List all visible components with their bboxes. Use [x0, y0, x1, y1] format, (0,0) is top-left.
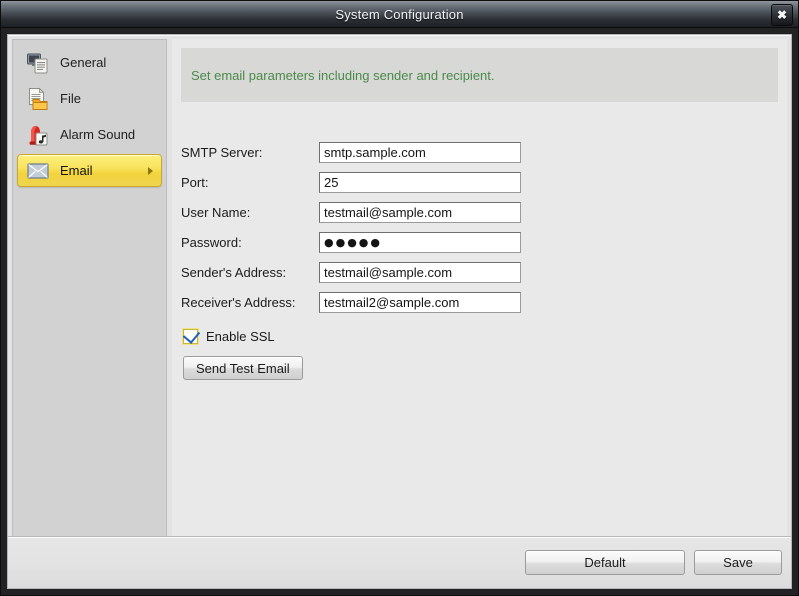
dialog-footer: Default Save	[8, 536, 791, 588]
smtp-server-input[interactable]	[319, 141, 521, 163]
enable-ssl-row[interactable]: Enable SSL	[181, 322, 778, 350]
send-test-email-button[interactable]: Send Test Email	[183, 356, 303, 380]
sidebar-item-label: General	[60, 55, 107, 70]
enable-ssl-checkbox[interactable]	[182, 325, 201, 344]
document-folder-icon	[26, 87, 50, 111]
sidebar: General File Alarm Sound Email	[12, 39, 167, 536]
title-bar: System Configuration ✖	[1, 1, 798, 28]
form-row-smtp-server: SMTP Server:	[181, 137, 778, 167]
sidebar-item-general[interactable]: General	[17, 46, 162, 79]
receiver-address-label: Receiver's Address:	[181, 294, 296, 310]
port-input[interactable]	[319, 171, 521, 193]
close-icon: ✖	[776, 8, 788, 22]
enable-ssl-label: Enable SSL	[206, 328, 275, 344]
dialog-body: General File Alarm Sound Email Set email…	[7, 34, 792, 589]
smtp-server-label: SMTP Server:	[181, 144, 263, 160]
user-name-label: User Name:	[181, 204, 251, 220]
save-button[interactable]: Save	[694, 550, 782, 575]
form-row-port: Port:	[181, 167, 778, 197]
chevron-right-icon	[148, 166, 153, 175]
monitor-document-icon	[26, 51, 50, 75]
alarm-siren-icon	[26, 123, 50, 147]
sidebar-item-email[interactable]: Email	[17, 154, 162, 187]
sidebar-item-alarm-sound[interactable]: Alarm Sound	[17, 118, 162, 151]
receiver-address-input[interactable]	[319, 291, 521, 313]
envelope-icon	[26, 159, 50, 183]
form-row-sender-address: Sender's Address:	[181, 257, 778, 287]
sender-address-input[interactable]	[319, 261, 521, 283]
sidebar-item-label: Email	[60, 163, 93, 178]
sidebar-item-file[interactable]: File	[17, 82, 162, 115]
form-row-user-name: User Name:	[181, 197, 778, 227]
sender-address-label: Sender's Address:	[181, 264, 287, 280]
content-pane: Set email parameters including sender an…	[172, 39, 787, 536]
close-button[interactable]: ✖	[771, 4, 793, 26]
system-configuration-window: System Configuration ✖ General File Alar…	[0, 0, 799, 596]
window-title: System Configuration	[335, 6, 464, 22]
default-button[interactable]: Default	[525, 550, 685, 575]
sidebar-item-label: File	[60, 91, 81, 106]
form-row-receiver-address: Receiver's Address:	[181, 287, 778, 317]
password-input[interactable]	[319, 231, 521, 253]
password-label: Password:	[181, 234, 242, 250]
description-text: Set email parameters including sender an…	[191, 67, 495, 83]
checkmark-icon	[182, 325, 201, 344]
port-label: Port:	[181, 174, 209, 190]
email-settings-form: SMTP Server: Port: User Name: Password:	[181, 137, 778, 380]
upper-region: General File Alarm Sound Email Set email…	[8, 35, 791, 536]
sidebar-item-label: Alarm Sound	[60, 127, 136, 142]
description-banner: Set email parameters including sender an…	[181, 48, 778, 102]
user-name-input[interactable]	[319, 201, 521, 223]
form-row-password: Password:	[181, 227, 778, 257]
